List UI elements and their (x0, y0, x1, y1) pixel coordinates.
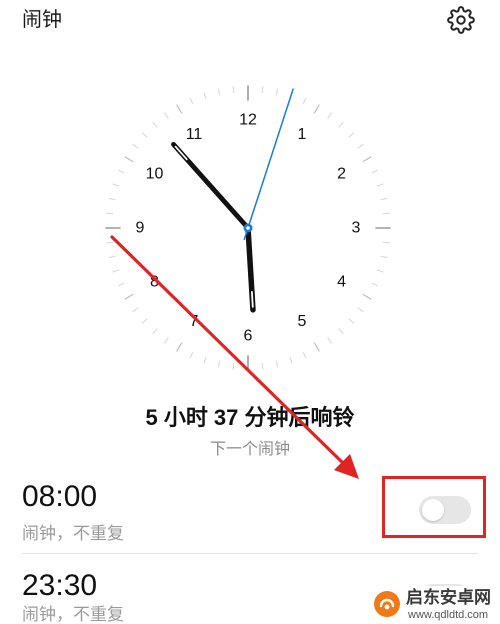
dial-tick (117, 169, 125, 174)
dial-tick (376, 183, 384, 187)
dial-tick (203, 356, 207, 364)
dial-tick (152, 121, 158, 128)
dial-tick (313, 342, 320, 352)
dial-tick (357, 307, 364, 313)
dial-tick (338, 328, 344, 335)
dial-tick (203, 92, 207, 100)
dial-tick (313, 104, 320, 114)
next-alarm-countdown: 5 小时 37 分钟后响铃 (145, 405, 355, 430)
dial-number-6: 6 (244, 328, 253, 345)
dial-tick (189, 351, 194, 359)
annotation-highlight-box (382, 476, 486, 538)
dial-tick (232, 362, 235, 370)
dial-tick (217, 360, 221, 368)
dial-tick (108, 255, 116, 259)
dial-tick (362, 293, 372, 300)
dial-tick (357, 143, 364, 149)
dial-tick (348, 318, 355, 324)
next-alarm-caption: 下一个闹钟 (209, 441, 290, 458)
dial-tick (141, 132, 148, 138)
dial-number-11: 11 (186, 126, 203, 143)
dial-tick (261, 362, 264, 370)
dial-tick (327, 112, 333, 119)
alarm-time: 08:00 (22, 480, 98, 513)
dial-tick (382, 241, 390, 244)
dial-number-1: 1 (298, 126, 307, 143)
dial-tick (106, 212, 114, 215)
dial-tick (124, 156, 134, 163)
dial-tick (124, 293, 134, 300)
dial-tick (232, 86, 235, 94)
alarm-time: 23:30 (22, 569, 98, 602)
hour-hand-tip (250, 290, 254, 308)
watermark-logo-icon (374, 591, 400, 617)
watermark-url: www.qdldtd.com (408, 609, 489, 621)
dial-tick (371, 282, 379, 287)
gear-icon (447, 6, 475, 34)
dial-number-4: 4 (337, 274, 346, 291)
alarm-description: 闹钟，不重复 (22, 605, 124, 624)
dial-tick (106, 241, 114, 244)
dial-number-10: 10 (146, 166, 164, 183)
dial-tick (176, 342, 183, 352)
dial-tick (163, 337, 169, 344)
watermark-name: 启东安卓网 (406, 588, 491, 607)
dial-tick (261, 86, 264, 94)
dial-tick (163, 112, 169, 119)
dial-tick (132, 143, 139, 149)
dial-tick (275, 360, 279, 368)
dial-number-8: 8 (150, 274, 159, 291)
dial-tick (112, 269, 120, 273)
dial-tick (376, 269, 384, 273)
dial-tick (112, 183, 120, 187)
dial-tick (217, 88, 221, 96)
dial-tick (152, 328, 158, 335)
dial-tick (382, 212, 390, 215)
dial-tick (108, 197, 116, 201)
watermark: 启东安卓网 www.qdldtd.com (370, 586, 498, 624)
dial-tick (371, 169, 379, 174)
dial-tick (362, 156, 372, 163)
dial-number-9: 9 (136, 220, 145, 237)
analog-clock: 121234567891011 (105, 85, 391, 371)
dial-tick (338, 121, 344, 128)
dial-number-5: 5 (298, 313, 307, 330)
dial-number-2: 2 (337, 166, 346, 183)
dial-tick (327, 337, 333, 344)
minute-hand-tip (174, 145, 188, 161)
dial-tick (380, 255, 388, 259)
dial-tick (189, 97, 194, 105)
dial-tick (289, 356, 293, 364)
alarm-description: 闹钟，不重复 (22, 524, 124, 543)
dial-tick (302, 97, 307, 105)
dial-number-7: 7 (190, 313, 199, 330)
dial-number-12: 12 (239, 112, 257, 129)
settings-button[interactable] (445, 4, 477, 36)
dial-tick (132, 307, 139, 313)
clock-center-dot (246, 226, 250, 230)
dial-tick (275, 88, 279, 96)
dial-tick (380, 197, 388, 201)
minute-hand (171, 141, 251, 231)
page-title: 闹钟 (22, 9, 62, 31)
dial-tick (176, 104, 183, 114)
dial-tick (302, 351, 307, 359)
dial-tick (141, 318, 148, 324)
dial-number-3: 3 (352, 220, 361, 237)
dial-tick (117, 282, 125, 287)
dial-tick (348, 132, 355, 138)
hour-hand (245, 225, 256, 313)
